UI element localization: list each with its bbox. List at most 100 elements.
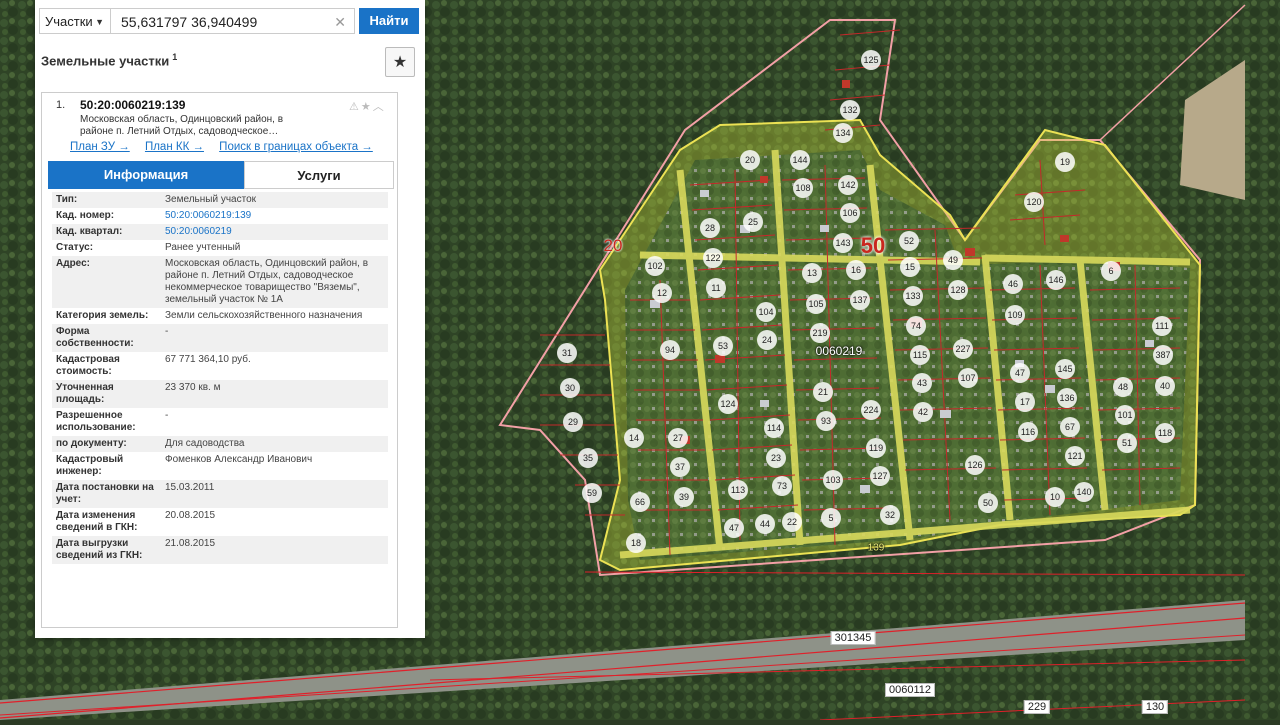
plot-number-label[interactable]: 74: [906, 316, 926, 336]
plot-number-label[interactable]: 134: [833, 123, 853, 143]
plot-number-label[interactable]: 44: [755, 514, 775, 534]
plot-number-label[interactable]: 224: [861, 400, 881, 420]
plot-number-label[interactable]: 219: [810, 323, 830, 343]
star-icon[interactable]: ★: [361, 101, 373, 113]
plot-number-label[interactable]: 102: [645, 256, 665, 276]
plot-number-label[interactable]: 121: [1065, 446, 1085, 466]
info-value[interactable]: 50:20:0060219: [161, 224, 388, 240]
plot-number-label[interactable]: 122: [703, 248, 723, 268]
plot-number-label[interactable]: 118: [1155, 423, 1175, 443]
cadastral-id[interactable]: 50:20:0060219:139: [80, 98, 185, 112]
plot-number-label[interactable]: 22: [782, 512, 802, 532]
plot-number-label[interactable]: 114: [764, 418, 784, 438]
search-within-link[interactable]: Поиск в границах объекта →: [219, 141, 373, 153]
plot-number-label[interactable]: 42: [913, 402, 933, 422]
plot-number-label[interactable]: 24: [757, 330, 777, 350]
plot-number-label[interactable]: 43: [912, 373, 932, 393]
search-type-select[interactable]: Участки ▼: [39, 8, 111, 34]
plot-number-label[interactable]: 32: [880, 505, 900, 525]
warning-icon[interactable]: ⚠: [349, 101, 361, 113]
plot-number-label[interactable]: 94: [660, 340, 680, 360]
plot-number-label[interactable]: 116: [1018, 422, 1038, 442]
plot-number-label[interactable]: 103: [823, 470, 843, 490]
plot-number-label[interactable]: 105: [806, 294, 826, 314]
plot-number-label[interactable]: 126: [965, 455, 985, 475]
plot-number-label[interactable]: 27: [668, 428, 688, 448]
plot-number-label[interactable]: 17: [1015, 392, 1035, 412]
plot-number-label[interactable]: 29: [563, 412, 583, 432]
plot-number-label[interactable]: 144: [790, 150, 810, 170]
plot-number-label[interactable]: 12: [652, 283, 672, 303]
plot-number-label[interactable]: 227: [953, 339, 973, 359]
plot-number-label[interactable]: 146: [1046, 270, 1066, 290]
plot-number-label[interactable]: 145: [1055, 359, 1075, 379]
plot-number-label[interactable]: 20: [740, 150, 760, 170]
plot-number-label[interactable]: 13: [802, 263, 822, 283]
plot-number-label[interactable]: 21: [813, 382, 833, 402]
plot-number-label[interactable]: 128: [948, 280, 968, 300]
plot-number-label[interactable]: 11: [706, 278, 726, 298]
plan-zu-link[interactable]: План ЗУ →: [70, 141, 130, 153]
plot-number-label[interactable]: 47: [1010, 363, 1030, 383]
plot-number-label[interactable]: 127: [870, 466, 890, 486]
plot-number-label[interactable]: 6: [1101, 261, 1121, 281]
plot-number-label[interactable]: 39: [674, 487, 694, 507]
plot-number-label[interactable]: 125: [861, 50, 881, 70]
plot-number-label[interactable]: 142: [838, 175, 858, 195]
chevron-up-icon[interactable]: ︿: [373, 101, 386, 113]
plot-number-label[interactable]: 108: [793, 178, 813, 198]
plot-number-label[interactable]: 53: [713, 336, 733, 356]
plot-number-label[interactable]: 5: [821, 508, 841, 528]
plot-number-label[interactable]: 115: [910, 345, 930, 365]
plot-number-label[interactable]: 18: [626, 533, 646, 553]
plot-number-label[interactable]: 47: [724, 518, 744, 538]
plot-number-label[interactable]: 140: [1074, 482, 1094, 502]
plot-number-label[interactable]: 109: [1005, 305, 1025, 325]
plot-number-label[interactable]: 113: [728, 480, 748, 500]
plot-number-label[interactable]: 136: [1057, 388, 1077, 408]
search-input[interactable]: 55,631797 36,940499 ✕: [111, 8, 355, 34]
clear-icon[interactable]: ✕: [334, 9, 346, 35]
plot-number-label[interactable]: 106: [840, 203, 860, 223]
plot-number-label[interactable]: 10: [1045, 487, 1065, 507]
tab-services[interactable]: Услуги: [244, 161, 394, 189]
plot-number-label[interactable]: 93: [816, 411, 836, 431]
plot-number-label[interactable]: 120: [1024, 192, 1044, 212]
plot-number-label[interactable]: 19: [1055, 152, 1075, 172]
plot-number-label[interactable]: 387: [1153, 345, 1173, 365]
plot-number-label[interactable]: 52: [899, 231, 919, 251]
tab-info[interactable]: Информация: [48, 161, 244, 189]
plot-number-label[interactable]: 31: [557, 343, 577, 363]
plot-number-label[interactable]: 28: [700, 218, 720, 238]
plot-number-label[interactable]: 111: [1152, 316, 1172, 336]
plot-number-label[interactable]: 37: [670, 457, 690, 477]
plot-number-label[interactable]: 51: [1117, 433, 1137, 453]
plot-number-label[interactable]: 107: [958, 368, 978, 388]
search-button[interactable]: Найти: [359, 8, 419, 34]
plot-number-label[interactable]: 14: [624, 428, 644, 448]
plot-number-label[interactable]: 25: [743, 212, 763, 232]
plot-number-label[interactable]: 30: [560, 378, 580, 398]
plot-number-label[interactable]: 124: [718, 394, 738, 414]
plot-number-label[interactable]: 15: [900, 257, 920, 277]
plot-number-label[interactable]: 59: [582, 483, 602, 503]
plot-number-label[interactable]: 35: [578, 448, 598, 468]
plan-kk-link[interactable]: План КК →: [145, 141, 204, 153]
plot-number-label[interactable]: 73: [772, 476, 792, 496]
plot-number-label[interactable]: 119: [866, 438, 886, 458]
info-value[interactable]: 50:20:0060219:139: [161, 208, 388, 224]
plot-number-label[interactable]: 23: [766, 448, 786, 468]
plot-number-label[interactable]: 143: [833, 233, 853, 253]
plot-number-label[interactable]: 133: [903, 286, 923, 306]
plot-number-label[interactable]: 48: [1113, 377, 1133, 397]
plot-number-label[interactable]: 46: [1003, 274, 1023, 294]
plot-number-label[interactable]: 49: [943, 250, 963, 270]
plot-number-label[interactable]: 101: [1115, 405, 1135, 425]
plot-number-label[interactable]: 67: [1060, 417, 1080, 437]
plot-number-label[interactable]: 104: [756, 302, 776, 322]
plot-number-label[interactable]: 40: [1155, 376, 1175, 396]
plot-number-label[interactable]: 132: [840, 100, 860, 120]
plot-number-label[interactable]: 16: [846, 260, 866, 280]
plot-number-label[interactable]: 137: [850, 290, 870, 310]
favorite-button[interactable]: ★: [385, 47, 415, 77]
